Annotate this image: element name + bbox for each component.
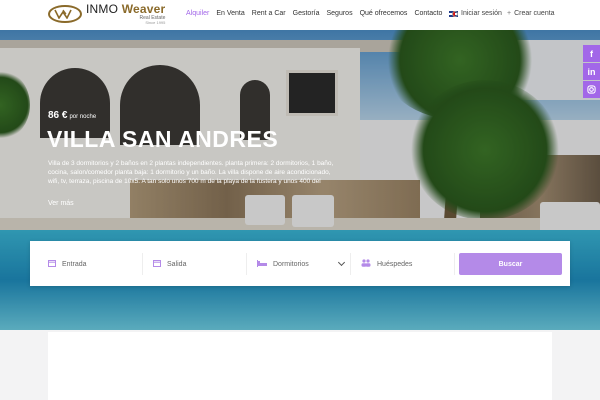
logo-name-part2: Weaver bbox=[121, 2, 166, 16]
nav-gestoria[interactable]: Gestoría bbox=[293, 10, 320, 17]
calendar-icon bbox=[153, 259, 161, 269]
nav-seguros[interactable]: Seguros bbox=[327, 10, 353, 17]
logo-name-part1: INMO bbox=[86, 2, 119, 16]
price-value: 86 € bbox=[48, 110, 68, 121]
site-logo[interactable]: INMO Weaver Real Estate Since 1995 bbox=[48, 3, 165, 25]
ver-mas-link[interactable]: Ver más bbox=[48, 200, 74, 207]
linkedin-icon[interactable]: in bbox=[583, 63, 600, 80]
content-section bbox=[48, 332, 552, 400]
calendar-icon bbox=[48, 259, 56, 269]
nav-en-venta[interactable]: En Venta bbox=[216, 10, 244, 17]
hero-price: 86 € por noche bbox=[48, 110, 96, 121]
login-link[interactable]: Iniciar sesión bbox=[452, 10, 502, 17]
chevron-down-icon bbox=[337, 258, 346, 267]
register-label: Crear cuenta bbox=[514, 10, 555, 17]
guests-placeholder: Huéspedes bbox=[377, 260, 413, 268]
top-header: INMO Weaver Real Estate Since 1995 Alqui… bbox=[0, 0, 600, 30]
nav-alquiler[interactable]: Alquiler bbox=[186, 10, 209, 17]
bedrooms-select[interactable]: Dormitorios bbox=[247, 253, 351, 275]
checkout-field[interactable]: Salida bbox=[143, 253, 247, 275]
search-button[interactable]: Buscar bbox=[459, 253, 562, 275]
nav-contacto[interactable]: Contacto bbox=[414, 10, 442, 17]
main-nav: Alquiler En Venta Rent a Car Gestoría Se… bbox=[186, 10, 459, 17]
instagram-icon[interactable] bbox=[583, 81, 600, 98]
hero-title: VILLA SAN ANDRES bbox=[47, 126, 279, 152]
social-sidebar: f in bbox=[583, 45, 600, 99]
logo-since: Since 1995 bbox=[145, 20, 166, 25]
bed-icon bbox=[257, 259, 267, 269]
page: INMO Weaver Real Estate Since 1995 Alqui… bbox=[0, 0, 600, 400]
bedrooms-label: Dormitorios bbox=[273, 260, 309, 268]
guests-field[interactable]: Huéspedes bbox=[351, 253, 455, 275]
register-link[interactable]: + Crear cuenta bbox=[507, 10, 555, 17]
nav-rent-a-car[interactable]: Rent a Car bbox=[252, 10, 286, 17]
search-bar: Entrada Salida Dormitorios Huéspedes Bus… bbox=[30, 241, 570, 286]
facebook-icon[interactable]: f bbox=[583, 45, 600, 62]
checkin-placeholder: Entrada bbox=[62, 260, 87, 268]
logo-name: INMO Weaver bbox=[86, 3, 165, 15]
nav-que-ofrecemos[interactable]: Qué ofrecemos bbox=[360, 10, 408, 17]
checkout-placeholder: Salida bbox=[167, 260, 187, 268]
plus-icon: + bbox=[507, 10, 512, 17]
logo-w-mark-icon bbox=[48, 5, 82, 23]
price-unit: por noche bbox=[69, 114, 97, 120]
users-icon bbox=[361, 259, 371, 269]
user-icon bbox=[452, 10, 458, 17]
login-label: Iniciar sesión bbox=[461, 10, 502, 17]
hero-description: Villa de 3 dormitorios y 2 baños en 2 pl… bbox=[48, 160, 334, 185]
logo-text: INMO Weaver Real Estate Since 1995 bbox=[86, 3, 165, 25]
checkin-field[interactable]: Entrada bbox=[38, 253, 143, 275]
